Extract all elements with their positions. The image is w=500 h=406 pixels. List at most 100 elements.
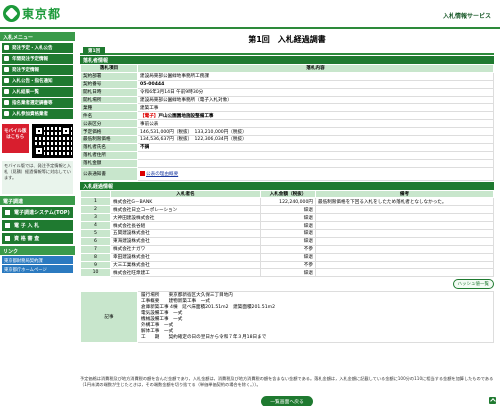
table-row: 件名 【電子】戸山公園園地施設整備工事 — [80, 111, 494, 121]
scroll-top-icon[interactable] — [489, 397, 496, 404]
bidder-note — [315, 260, 494, 270]
table-row: 契約番号 05-00444 — [80, 79, 494, 89]
header-content: 落札内容 — [137, 64, 494, 73]
header-item: 落札項目 — [80, 64, 138, 73]
table-row: 最低制限価格 134,536,637円（税抜） 122,306,034円（税抜） — [80, 135, 494, 144]
bidder-no: 4 — [80, 221, 111, 231]
table-row: 落札者氏名 不調 — [80, 142, 494, 152]
tab-bar: 第1回 — [80, 47, 494, 55]
bidder-name: 株式会社旺衆建工 — [110, 268, 261, 278]
mobile-button[interactable]: モバイル版はこちら — [2, 124, 29, 153]
row-value: 134,536,637円（税抜） 122,306,034円（税抜） — [137, 135, 494, 144]
bidder-note — [315, 252, 494, 262]
bidder-amount: 辞退 — [260, 236, 316, 246]
bidder-note — [315, 268, 494, 278]
header-no — [80, 189, 111, 199]
row-value: 【電子】戸山公園園地施設整備工事 — [137, 111, 494, 121]
bidder-amount: 122,240,000円 — [260, 197, 316, 207]
table-row: 公表通知書 公表の理由概要 — [80, 166, 494, 181]
row-value: 146,531,000円（税抜） 133,210,000円（税抜） — [137, 127, 494, 137]
sidebar-item-bid-results[interactable]: 入札結果一覧 — [2, 87, 73, 97]
table-row: 6 東海建設株式会社 辞退 — [80, 236, 494, 246]
bidder-name: 株式会社ナガワ — [110, 244, 261, 254]
row-label: 公表通知書 — [80, 166, 138, 181]
sidebar-item-annual-schedule[interactable]: 年間発注予定情報 — [2, 54, 73, 64]
table-row: 業種 建築工事 — [80, 103, 494, 113]
row-label: 落札者氏名 — [80, 142, 138, 152]
link-tokyo-homepage[interactable]: 東京都庁ホームページ — [2, 265, 73, 273]
table-row: 1 株式会社G－BANK 122,240,000円 最低制限価格を下回る入札をしたため… — [80, 197, 494, 207]
row-value: 建築工事 — [137, 103, 494, 113]
e-procurement-top-button[interactable]: 電子調達システム(TOP) — [2, 207, 73, 218]
row-label: 契約部署 — [80, 71, 138, 81]
tokyo-emblem-icon — [3, 5, 20, 22]
bidder-no: 9 — [80, 260, 111, 270]
row-label: 公表区分 — [80, 119, 138, 129]
table-row: 落札者住所 — [80, 150, 494, 160]
sidebar: 入札メニュー 発注予定・入札公告 年間発注予定情報 発注予定情報 入札公告・指名… — [0, 31, 75, 406]
row-value — [137, 150, 494, 160]
row-label: 開札場所 — [80, 95, 138, 105]
row-value: 不調 — [137, 142, 494, 152]
header-note: 備考 — [315, 189, 494, 199]
electronic-tag: 【電子】 — [140, 113, 159, 119]
row-label: 最低制限価格 — [80, 135, 138, 144]
bidder-name: 五関建設株式会社 — [110, 229, 261, 238]
bidder-note — [315, 229, 494, 238]
qr-code-icon — [31, 124, 73, 158]
notice-reason-link[interactable]: 公表の理由概要 — [146, 172, 178, 177]
bidder-no: 6 — [80, 236, 111, 246]
sidebar-item-order-schedule[interactable]: 発注予定情報 — [2, 65, 73, 75]
bidder-amount: 不参 — [260, 244, 316, 254]
bidder-amount: 辞退 — [260, 221, 316, 231]
pdf-icon — [140, 170, 145, 176]
bidder-note — [315, 213, 494, 223]
link-finance-bureau[interactable]: 東京都財務局契約課 — [2, 256, 73, 264]
bidder-no: 8 — [80, 252, 111, 262]
page-header: 東京都 入札情報サービス — [0, 0, 500, 29]
table-row: 2 株式会社日立コーポレーション 辞退 — [80, 205, 494, 215]
row-value: 令和6年3月14日 午前9時30分 — [137, 87, 494, 97]
bidder-amount: 辞退 — [260, 268, 316, 278]
back-to-list-button[interactable]: 一覧画面へ戻る — [261, 396, 313, 406]
bidder-note — [315, 244, 494, 254]
table-row: 5 五関建設株式会社 辞退 — [80, 229, 494, 238]
back-section: 一覧画面へ戻る — [80, 396, 494, 406]
hash-list-button[interactable]: ハッシュ値一覧 — [452, 279, 494, 290]
tokyo-logo[interactable]: 東京都 — [3, 5, 61, 22]
table-row: 公表区分 事前公表 — [80, 119, 494, 129]
remarks-label: 記事 — [80, 291, 138, 344]
sidebar-item-nomination-records[interactable]: 指名業者選定調書等 — [2, 98, 73, 108]
e-bidding-button[interactable]: 電 子 入 札 — [2, 220, 73, 231]
mobile-note: モバイル版では、発注予定情報と入札（見積）経過情報等に対応しています。 — [2, 161, 73, 194]
bidder-name: 大神田建設株式会社 — [110, 213, 261, 223]
bidder-name: 東海建設株式会社 — [110, 236, 261, 246]
table-row: 8 幸田建設株式会社 辞退 — [80, 252, 494, 262]
bidder-amount: 辞退 — [260, 252, 316, 262]
section-winner-info: 落札者情報 — [80, 56, 494, 64]
table-row: 4 株式会社長谷組 辞退 — [80, 221, 494, 231]
bidder-note — [315, 221, 494, 231]
qualification-button[interactable]: 資 格 審 査 — [2, 233, 73, 244]
bidder-note: 最低制限価格を下回る入札をしたため落札者となしなかった。 — [315, 197, 494, 207]
table-row: 落札金額 — [80, 158, 494, 168]
sidebar-item-qualified-contractors[interactable]: 入札参加資格業者 — [2, 109, 73, 119]
main-content: 第1回 入札経過調書 第1回 落札者情報 落札項目 落札内容 契約部署 建設局東… — [80, 31, 494, 344]
sidebar-item-bid-notices[interactable]: 入札公告・指名通知 — [2, 76, 73, 86]
bidder-name: 株式会社G－BANK — [110, 197, 261, 207]
sidebar-links-heading: リンク — [0, 246, 75, 255]
table-row: 開札日時 令和6年3月14日 午前9時30分 — [80, 87, 494, 97]
row-value: 事前公表 — [137, 119, 494, 129]
bidder-no: 5 — [80, 229, 111, 238]
bidder-no: 7 — [80, 244, 111, 254]
bidder-name: 大三工業株式会社 — [110, 260, 261, 270]
bidder-name: 株式会社長谷組 — [110, 221, 261, 231]
sidebar-menu-heading: 入札メニュー — [0, 32, 75, 41]
bidder-no: 3 — [80, 213, 111, 223]
bidder-no: 1 — [80, 197, 111, 207]
tab-round-1[interactable]: 第1回 — [83, 47, 106, 55]
service-name: 入札情報サービス — [442, 13, 491, 20]
sidebar-item-bid-announcements[interactable]: 発注予定・入札公告 — [2, 43, 73, 53]
sidebar-systems-heading: 電子調達 — [0, 196, 75, 205]
row-value: 公表の理由概要 — [137, 166, 494, 181]
